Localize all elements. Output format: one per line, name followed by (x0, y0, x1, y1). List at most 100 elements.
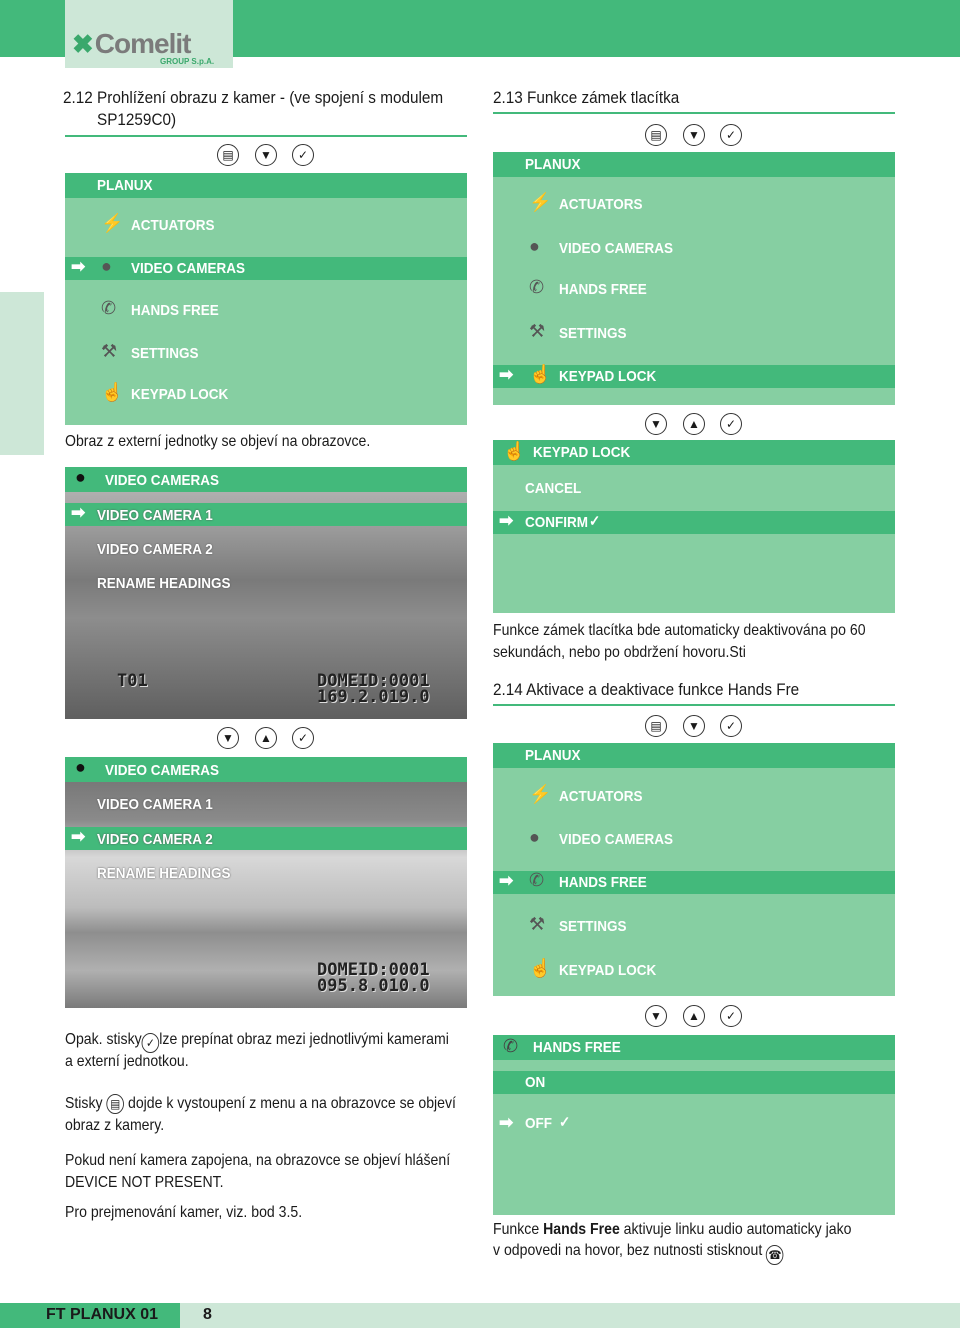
menu-header-label: PLANUX (525, 747, 581, 764)
selected-bar (493, 871, 895, 894)
menu-item[interactable]: KEYPAD LOCK (131, 386, 228, 403)
confirm-button[interactable]: ✓ (720, 1005, 742, 1027)
camera-menu-item[interactable]: VIDEO CAMERA 1 (97, 796, 213, 813)
pointer-arrow-icon: ➡ (499, 365, 514, 384)
menu-item[interactable]: ON (525, 1074, 545, 1091)
menu-item[interactable]: CANCEL (525, 480, 581, 497)
logo-mark-icon: ✖ (72, 29, 94, 59)
divider (493, 112, 895, 114)
confirm-icon: ✓ (725, 128, 737, 142)
check-icon: ✓ (559, 1114, 571, 1131)
menu-button[interactable]: ▤ (645, 124, 667, 146)
down-icon: ▼ (260, 148, 272, 162)
section-title-2-12: 2.12 Prohlížení obrazu z kamer - (ve spo… (63, 88, 444, 107)
menu-panel-planux: PLANUX ⚡ ACTUATORS ● VIDEO CAMERAS ✆ HANDS FRE… (493, 152, 895, 405)
down-button[interactable]: ▼ (683, 715, 705, 737)
menu-item[interactable]: ACTUATORS (559, 788, 643, 805)
confirm-button[interactable]: ✓ (720, 124, 742, 146)
camera-menu-item[interactable]: VIDEO CAMERA 2 (97, 541, 213, 558)
menu-item[interactable]: ACTUATORS (559, 196, 643, 213)
down-button[interactable]: ▼ (683, 124, 705, 146)
menu-item[interactable]: OFF (525, 1115, 552, 1132)
pointer-arrow-icon: ➡ (499, 1113, 514, 1132)
menu-item[interactable]: SETTINGS (559, 918, 627, 935)
selected-bar (493, 1071, 895, 1094)
menu-button[interactable]: ▤ (645, 715, 667, 737)
phone-icon: ✆ (529, 870, 545, 890)
section-title-2-13: 2.13 Funkce zámek tlacítka (493, 88, 680, 107)
menu-item[interactable]: SETTINGS (131, 345, 199, 362)
down-button[interactable]: ▼ (217, 727, 239, 749)
wrench-icon: ⚒ (529, 914, 546, 934)
down-icon: ▼ (650, 417, 662, 431)
pointer-arrow-icon: ➡ (71, 503, 86, 522)
selected-bar (493, 365, 895, 388)
confirm-button[interactable]: ✓ (720, 413, 742, 435)
menu-item[interactable]: VIDEO CAMERAS (131, 260, 245, 277)
logo-subtext: GROUP S.p.A. (160, 57, 215, 66)
menu-item[interactable]: VIDEO CAMERAS (559, 831, 673, 848)
menu-header-label: KEYPAD LOCK (533, 444, 631, 461)
phone-icon: ✆ (101, 298, 117, 318)
confirm-icon: ✓ (725, 719, 737, 733)
menu-icon: ▤ (650, 128, 662, 142)
up-icon: ▲ (260, 731, 272, 745)
eye-icon: ● (529, 236, 540, 256)
menu-icon: ▤ (222, 148, 234, 162)
paragraph-3: Pokud není kamera zapojena, na obrazovce… (65, 1152, 451, 1169)
osd-dome-address: 169.2.019.0 (317, 687, 430, 707)
confirm-icon: ✓ (297, 148, 309, 162)
up-icon: ▲ (688, 1009, 700, 1023)
menu-item[interactable]: SETTINGS (559, 325, 627, 342)
menu-item[interactable]: KEYPAD LOCK (559, 368, 656, 385)
menu-header-label: PLANUX (525, 156, 581, 173)
camera-view-2: ● VIDEO CAMERAS VIDEO CAMERA 1 ➡ VIDEO CAMER… (65, 757, 467, 1008)
down-icon: ▼ (688, 128, 700, 142)
menu-header: PLANUX (493, 152, 895, 177)
check-icon: ✓ (589, 513, 601, 530)
osd-dome-address: 095.8.010.0 (317, 976, 430, 996)
menu-item[interactable]: KEYPAD LOCK (559, 962, 656, 979)
section-title-2-14: 2.14 Aktivace a deaktivace funkce Hands … (493, 680, 800, 699)
paragraph: Funkce Hands Free aktivuje linku audio a… (493, 1221, 852, 1238)
confirm-button[interactable]: ✓ (292, 144, 314, 166)
menu-button[interactable]: ▤ (217, 144, 239, 166)
menu-item[interactable]: HANDS FREE (559, 281, 647, 298)
menu-header: ● VIDEO CAMERAS (65, 757, 467, 782)
down-button[interactable]: ▼ (645, 413, 667, 435)
up-button[interactable]: ▲ (683, 413, 705, 435)
camera-menu-item[interactable]: RENAME HEADINGS (97, 865, 231, 882)
menu-panel-keypad-lock: ☝ KEYPAD LOCK CANCEL ➡ CONFIRM ✓ (493, 440, 895, 613)
footer-doc-code: FT PLANUX 01 (46, 1306, 159, 1323)
menu-item[interactable]: CONFIRM (525, 514, 588, 531)
up-button[interactable]: ▲ (683, 1005, 705, 1027)
actuators-icon: ⚡ (529, 192, 552, 212)
menu-icon: ▤ (650, 719, 662, 733)
menu-item[interactable]: VIDEO CAMERAS (559, 240, 673, 257)
page-number: 8 (203, 1306, 212, 1323)
camera-menu-item[interactable]: RENAME HEADINGS (97, 575, 231, 592)
paragraph: Funkce zámek tlacítka bde automaticky de… (493, 622, 866, 639)
down-icon: ▼ (688, 719, 700, 733)
confirm-icon: ✓ (725, 1009, 737, 1023)
menu-header-label: VIDEO CAMERAS (105, 762, 220, 779)
hand-icon: ☝ (503, 441, 526, 461)
confirm-icon: ✓ (297, 731, 309, 745)
camera-menu-item[interactable]: VIDEO CAMERA 2 (97, 831, 213, 848)
hand-icon: ☝ (529, 958, 552, 978)
confirm-button[interactable]: ✓ (720, 715, 742, 737)
menu-item[interactable]: ACTUATORS (131, 217, 215, 234)
actuators-icon: ⚡ (529, 784, 552, 804)
down-button[interactable]: ▼ (645, 1005, 667, 1027)
menu-header-label: VIDEO CAMERAS (105, 472, 220, 489)
paragraph-3-cont: DEVICE NOT PRESENT. (65, 1174, 224, 1191)
down-button[interactable]: ▼ (255, 144, 277, 166)
confirm-button[interactable]: ✓ (292, 727, 314, 749)
paragraph-1-cont: a externí jednotkou. (65, 1053, 189, 1070)
camera-menu-item[interactable]: VIDEO CAMERA 1 (97, 507, 213, 524)
menu-item[interactable]: HANDS FREE (559, 874, 647, 891)
menu-icon: ▤ (106, 1094, 125, 1114)
osd-label: T01 (117, 671, 148, 691)
up-button[interactable]: ▲ (255, 727, 277, 749)
menu-item[interactable]: HANDS FREE (131, 302, 219, 319)
